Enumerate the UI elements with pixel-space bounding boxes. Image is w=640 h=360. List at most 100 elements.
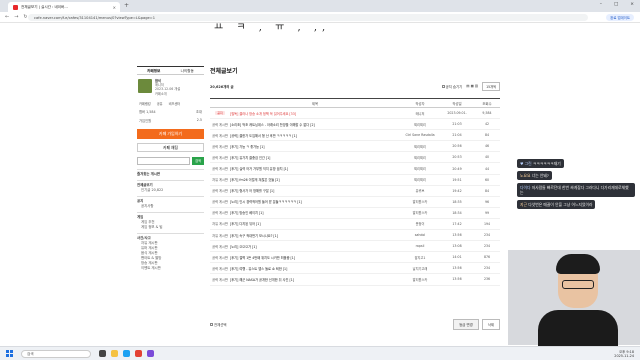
reload-icon[interactable]: ↻ xyxy=(23,14,27,20)
close-window-button[interactable]: × xyxy=(630,2,634,7)
invite-link[interactable]: 초대 xyxy=(196,109,202,114)
table-row[interactable]: 자유 게시판 [후기] fm26 이럴게 겨찮은 것들 [2] 찌리찌리 19:51 6… xyxy=(210,174,500,186)
maximize-button[interactable]: □ xyxy=(614,2,618,7)
windows-start-icon[interactable] xyxy=(6,350,13,357)
table-row[interactable]: 공략 게시판 [후기] 유가치 클충검 인간 [1] 찌리찌리 20:53 40 xyxy=(210,151,500,164)
post-author[interactable]: 알티원스카 xyxy=(400,196,440,208)
delete-button[interactable]: 삭제 xyxy=(481,319,500,330)
biz-center-link[interactable]: 비즈센터 xyxy=(169,101,181,106)
profile-image[interactable] xyxy=(138,79,152,93)
board-name[interactable]: 공략 게시판 xyxy=(210,240,230,253)
table-row[interactable]: 공략 게시판 [후기] 형사가 어 방해를 구분 [1] 유퀴브 19:42 84 xyxy=(210,185,500,197)
table-row[interactable]: 공략 게시판 [후기] 실력 어거 가부원 익지 유망 꿈치 [1] 찌리찌리 20:… xyxy=(210,162,500,175)
post-author[interactable]: 알티원스카 xyxy=(400,273,440,286)
table-row[interactable]: 공략 게시판 [노리] 인시 경력적어원 들어 받 분들ㅋㅋㅋㅋㅋㅋ [1] 알티원… xyxy=(210,196,500,208)
board-name[interactable]: 공략 게시판 xyxy=(210,185,230,197)
board-name[interactable]: 공략 게시판 xyxy=(210,262,230,275)
table-row[interactable]: 공지 [필독] 클라나 방송 소개 정책 꼭 읽어주세요 [33] 매니저 2023.… xyxy=(210,107,500,120)
post-author[interactable]: Ctrl Sane Rasdalla xyxy=(400,129,440,142)
cafe-search-button[interactable]: 검색 xyxy=(192,156,204,165)
post-title[interactable]: [공략] 클한가 도입해서 형 산 후반 ㅋㅋㅋㅋㅋ [1] xyxy=(230,129,400,142)
back-icon[interactable]: ← xyxy=(5,14,9,20)
notice-badge[interactable]: 공지 xyxy=(210,107,230,120)
board-popular[interactable]: 인기글 20,822 xyxy=(137,188,204,193)
post-title[interactable]: [필독] 클라나 방송 소개 정책 꼭 읽어주세요 [33] xyxy=(230,107,400,120)
board-name[interactable]: 공략 게시판 xyxy=(210,162,230,175)
table-row[interactable]: 공략 게시판 [후기] 해군 NASA가 공개한 신개한 뒤 사진 [1] 알티원스… xyxy=(210,273,500,286)
board-notice[interactable]: 공지사항 xyxy=(137,204,204,209)
board-name[interactable]: 공략 게시판 xyxy=(210,251,230,264)
post-author[interactable]: 날치기고래 xyxy=(400,262,440,275)
board-name[interactable]: 공략 게시판 xyxy=(210,196,230,208)
table-row[interactable]: 자유 게시판 [후기] 다지된 뒤어 [1] 운정이 17:42 194 xyxy=(210,218,500,231)
tab-cafe-info[interactable]: 카페정보 xyxy=(137,67,171,74)
board-name[interactable]: 공략 게시판 xyxy=(210,207,230,219)
board-game-tips[interactable]: 게임 정보 & 팁 xyxy=(137,225,204,230)
post-title[interactable]: [후기] 해군 NASA가 공개한 신개한 뒤 사진 [1] xyxy=(230,273,400,286)
hide-notice-toggle[interactable]: 공지 숨기기 xyxy=(441,84,462,89)
tab-close-icon[interactable]: × xyxy=(113,5,116,10)
post-author[interactable]: sahdol xyxy=(400,229,440,242)
update-button[interactable]: 완료 업데이트 xyxy=(606,14,634,21)
minimize-button[interactable]: – xyxy=(600,2,602,7)
table-row[interactable]: 공략 게시판 [후기] 절벽 1뜬 4번째 위치도 시카만 떠볼중 [1] 잡지고1… xyxy=(210,251,500,264)
post-author[interactable]: 찌리찌리 xyxy=(400,140,440,153)
forward-icon[interactable]: → xyxy=(14,14,18,20)
board-name[interactable]: 공략 게시판 xyxy=(210,140,230,153)
post-author[interactable]: 잡지고1 xyxy=(400,251,440,264)
grade-change-button[interactable]: 등급 변경 xyxy=(453,319,479,330)
browser-tab-active[interactable]: 전체글보기 | 실시간 : 네이버... × xyxy=(8,2,120,12)
view-type-icons[interactable]: ▤ ▦ ▥ xyxy=(466,84,478,88)
post-author[interactable]: 운정이 xyxy=(400,218,440,231)
member-count[interactable]: 멤버 1,584 xyxy=(139,109,156,114)
post-title[interactable]: [소리조] 먹조 캐트닝데스 - 아래소리 찬양을 이해할 수 없다 [2] xyxy=(230,118,400,131)
post-author[interactable]: 찌리찌리 xyxy=(400,174,440,186)
edge-icon[interactable] xyxy=(123,350,130,357)
table-row[interactable]: 공략 게시판 [후기] 여행 - 유스트 앱스 둘로 쇼 퇴한 [1] 날치기고래 1… xyxy=(210,262,500,275)
post-author[interactable]: rapsil xyxy=(400,240,440,253)
taskbar-search-input[interactable]: 검색 xyxy=(21,349,91,358)
post-title[interactable]: [후기] 방송인 베이치 [1] xyxy=(230,207,400,219)
board-name[interactable]: 자유 게시판 xyxy=(210,174,230,186)
post-title[interactable]: [노리] 인시 경력적어원 들어 받 분들ㅋㅋㅋㅋㅋㅋ [1] xyxy=(230,196,400,208)
cafe-search-input[interactable] xyxy=(137,156,190,165)
table-row[interactable]: 공략 게시판 [후기] 방송인 베이치 [1] 알티원스카 18:34 99 xyxy=(210,207,500,219)
table-row[interactable]: 공략 게시판 [노리] 으으으가 [1] rapsil 13:08 234 xyxy=(210,240,500,253)
chrome-icon[interactable] xyxy=(135,350,142,357)
file-explorer-icon[interactable] xyxy=(111,350,118,357)
post-title[interactable]: [후기] 유가치 클충검 인간 [1] xyxy=(230,151,400,164)
table-row[interactable]: 공략 게시판 [후기] 가능 ㅋ 좋가능 [1] 찌리찌리 20:56 46 xyxy=(210,140,500,153)
post-author[interactable]: 찌리찌리 xyxy=(400,151,440,164)
post-title[interactable]: [후기] 절벽 1뜬 4번째 위치도 시카만 떠볼중 [1] xyxy=(230,251,400,264)
cafe-chat-button[interactable]: 카페 채팅 xyxy=(137,142,204,152)
post-title[interactable]: [노리] 으으으가 [1] xyxy=(230,240,400,253)
join-cafe-button[interactable]: 카페 가입하기 xyxy=(137,128,204,139)
board-name[interactable]: 자유 게시판 xyxy=(210,229,230,242)
new-tab-button[interactable]: + xyxy=(124,2,129,10)
post-title[interactable]: [후기] 속구 적대번기 보시나요? [1] xyxy=(230,229,400,242)
post-title[interactable]: [후기] 가능 ㅋ 좋가능 [1] xyxy=(230,140,400,153)
favorite-boards-header[interactable]: 즐겨찾는 게시판 xyxy=(137,168,204,177)
post-author[interactable]: 매니저 xyxy=(400,107,440,120)
url-input[interactable]: cafe.naver.com/f-e/cafes/31104141/menus/… xyxy=(28,14,588,21)
task-view-icon[interactable] xyxy=(99,350,106,357)
post-title[interactable]: [후기] 실력 어거 가부원 익지 유망 꿈치 [1] xyxy=(230,162,400,175)
board-name[interactable]: 공략 게시판 xyxy=(210,118,230,131)
post-author[interactable]: 알티원스카 xyxy=(400,207,440,219)
all-posts-link[interactable]: 전체글보기 xyxy=(137,179,204,188)
post-title[interactable]: [후기] 여행 - 유스트 앱스 둘로 쇼 퇴한 [1] xyxy=(230,262,400,275)
board-name[interactable]: 공략 게시판 xyxy=(210,273,230,286)
table-row[interactable]: 자유 게시판 [후기] 속구 적대번기 보시나요? [1] sahdol 13:56 2… xyxy=(210,229,500,242)
post-author[interactable]: 찌리찌리 xyxy=(400,118,440,131)
select-all[interactable]: 전체선택 xyxy=(210,322,226,327)
post-author[interactable]: 유퀴브 xyxy=(400,185,440,197)
tab-my-activity[interactable]: 나의활동 xyxy=(171,67,205,74)
board-event[interactable]: 이벤트 게시판 xyxy=(137,266,204,271)
app-icon[interactable] xyxy=(147,350,154,357)
table-row[interactable]: 공략 게시판 [공략] 클한가 도입해서 형 산 후반 ㅋㅋㅋㅋㅋ [1] Ctrl… xyxy=(210,129,500,142)
post-title[interactable]: [후기] 다지된 뒤어 [1] xyxy=(230,218,400,231)
board-name[interactable]: 공략 게시판 xyxy=(210,151,230,164)
post-title[interactable]: [후기] 형사가 어 방해를 구분 [1] xyxy=(230,185,400,197)
post-author[interactable]: 찌리찌리 xyxy=(400,162,440,175)
system-clock[interactable]: 오후 9:18 2025-11-24 xyxy=(614,350,634,358)
